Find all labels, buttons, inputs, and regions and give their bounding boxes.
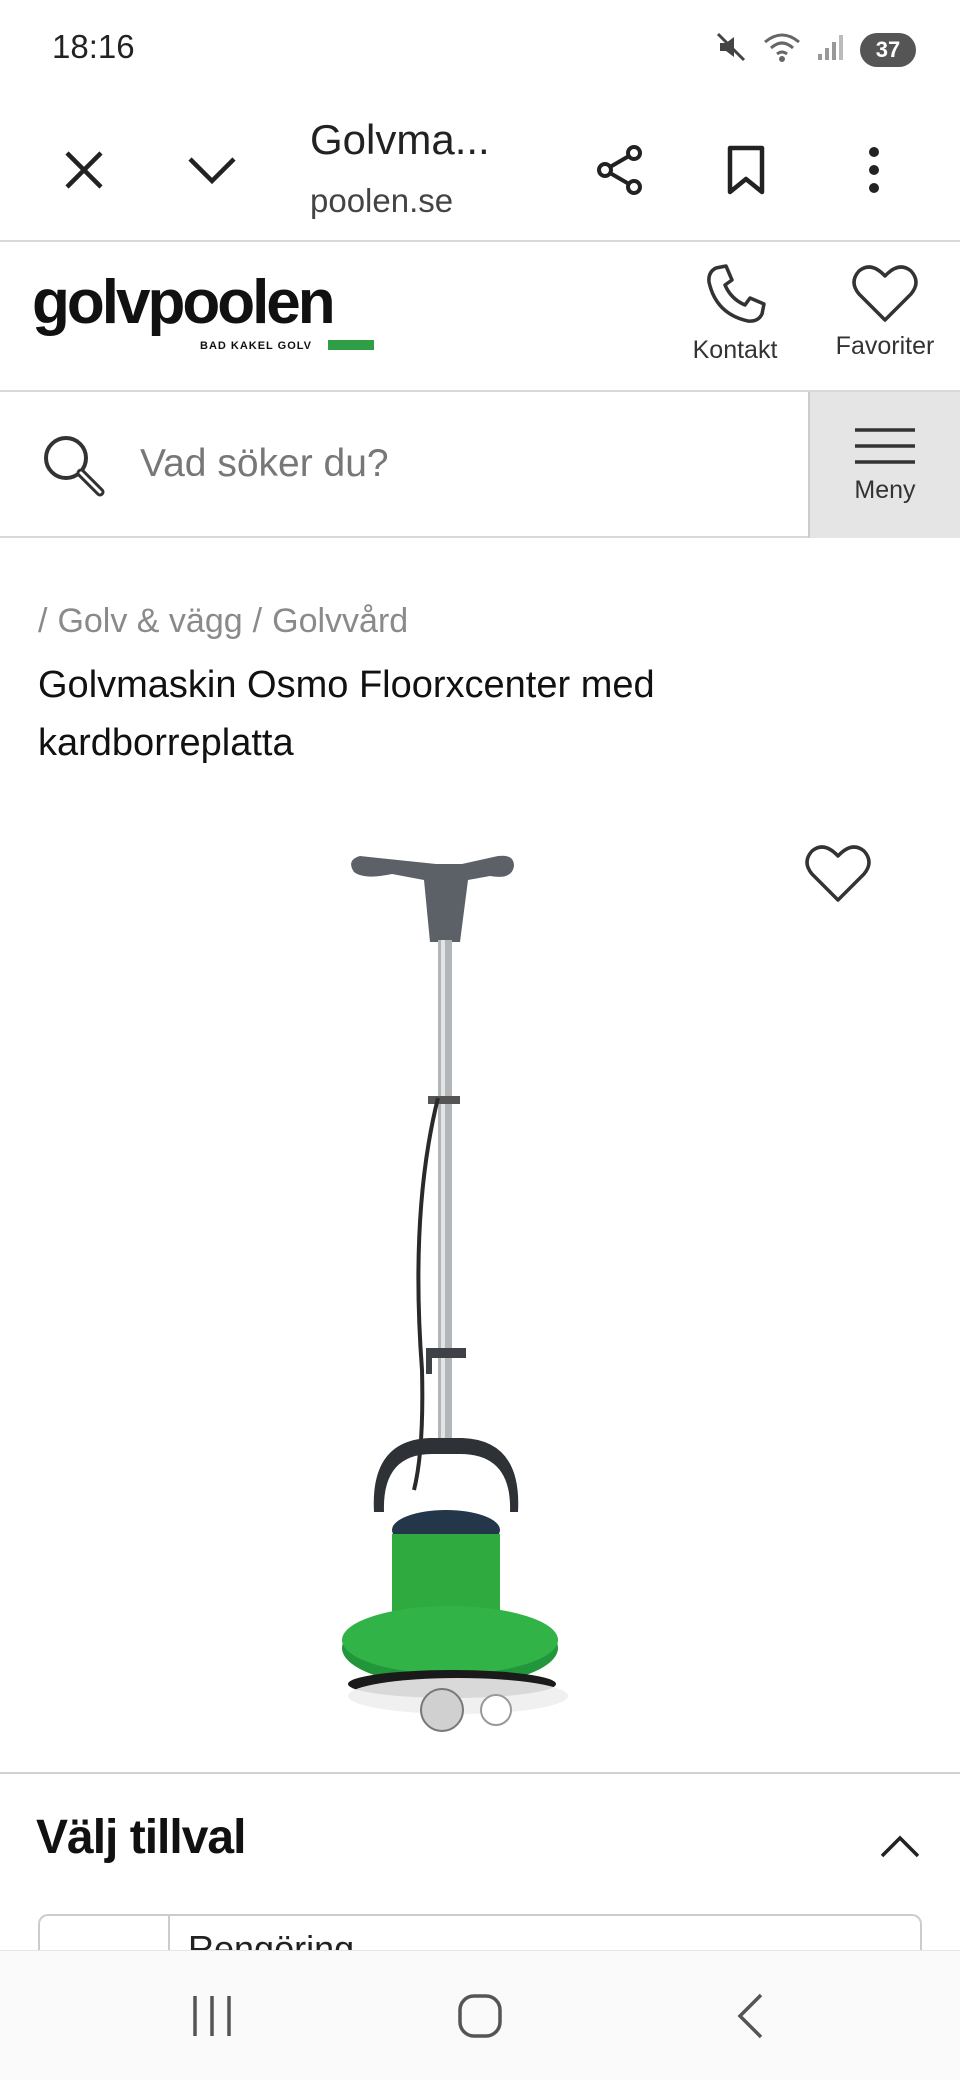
more-options-button[interactable] <box>834 130 914 210</box>
recent-apps-button[interactable] <box>162 1979 262 2053</box>
chevron-down-icon <box>188 157 236 185</box>
heart-icon <box>852 265 918 322</box>
wifi-icon <box>762 31 802 68</box>
status-time: 18:16 <box>52 28 135 65</box>
minimize-button[interactable] <box>172 130 252 210</box>
share-icon <box>597 145 642 195</box>
logo-wordmark: golvpoolen <box>32 268 336 337</box>
contact-label: Kontakt <box>692 336 778 364</box>
page-title: Golvma... <box>310 116 490 163</box>
browser-toolbar: Golvma... poolen.se <box>0 96 960 242</box>
share-button[interactable] <box>580 130 660 210</box>
logo-accent-bar <box>328 340 374 350</box>
hamburger-icon <box>855 427 915 464</box>
contact-button[interactable]: Kontakt <box>670 262 800 365</box>
bookmark-button[interactable] <box>706 130 786 210</box>
search-icon <box>40 432 108 505</box>
home-button[interactable] <box>430 1979 530 2053</box>
options-heading: Välj tillval <box>36 1811 246 1864</box>
breadcrumb-item-golvvard[interactable]: Golvvård <box>272 602 408 641</box>
back-button[interactable] <box>700 1979 800 2053</box>
back-icon <box>737 1993 763 2039</box>
close-icon <box>65 151 103 189</box>
carousel-dot-1[interactable] <box>420 1688 464 1732</box>
menu-button[interactable]: Meny <box>808 392 960 538</box>
breadcrumb-item-golv-vagg[interactable]: Golv & vägg <box>57 602 242 641</box>
chevron-up-icon <box>880 1835 920 1858</box>
section-divider <box>0 1772 960 1774</box>
recent-apps-icon <box>193 1996 231 2036</box>
product-title: Golvmaskin Osmo Floorxcenter med kardbor… <box>38 664 655 764</box>
page-url[interactable]: poolen.se <box>310 182 453 220</box>
mute-icon <box>714 30 748 69</box>
status-bar: 18:16 37 <box>0 0 960 96</box>
options-collapse-button[interactable] <box>870 1822 930 1872</box>
battery-badge: 37 <box>860 32 916 67</box>
bookmark-icon <box>727 145 765 195</box>
search-input[interactable] <box>140 428 780 500</box>
status-icons: 37 <box>714 30 916 69</box>
search-bar: Meny <box>0 392 960 538</box>
breadcrumb-separator: / <box>252 602 263 640</box>
favorites-label: Favoriter <box>835 332 935 360</box>
signal-icon <box>816 32 846 67</box>
carousel-dot-2[interactable] <box>480 1694 512 1726</box>
product-image[interactable] <box>340 850 620 1720</box>
breadcrumb: / Golv & vägg / Golvvård <box>38 602 408 641</box>
site-header: golvpoolen BAD KAKEL GOLV Kontakt Favori… <box>0 244 960 392</box>
close-tab-button[interactable] <box>44 130 124 210</box>
add-to-favorites-button[interactable] <box>804 842 872 909</box>
phone-icon <box>707 264 766 323</box>
image-carousel-dots <box>420 1688 512 1732</box>
heart-icon <box>805 845 871 902</box>
favorites-button[interactable]: Favoriter <box>820 262 950 361</box>
menu-label: Meny <box>854 475 916 504</box>
more-vert-icon <box>869 147 879 193</box>
logo-tagline: BAD KAKEL GOLV <box>200 340 312 352</box>
site-logo[interactable]: golvpoolen BAD KAKEL GOLV <box>32 268 374 352</box>
home-icon <box>458 1994 502 2038</box>
system-nav-bar <box>0 1950 960 2080</box>
breadcrumb-separator: / <box>38 602 48 640</box>
